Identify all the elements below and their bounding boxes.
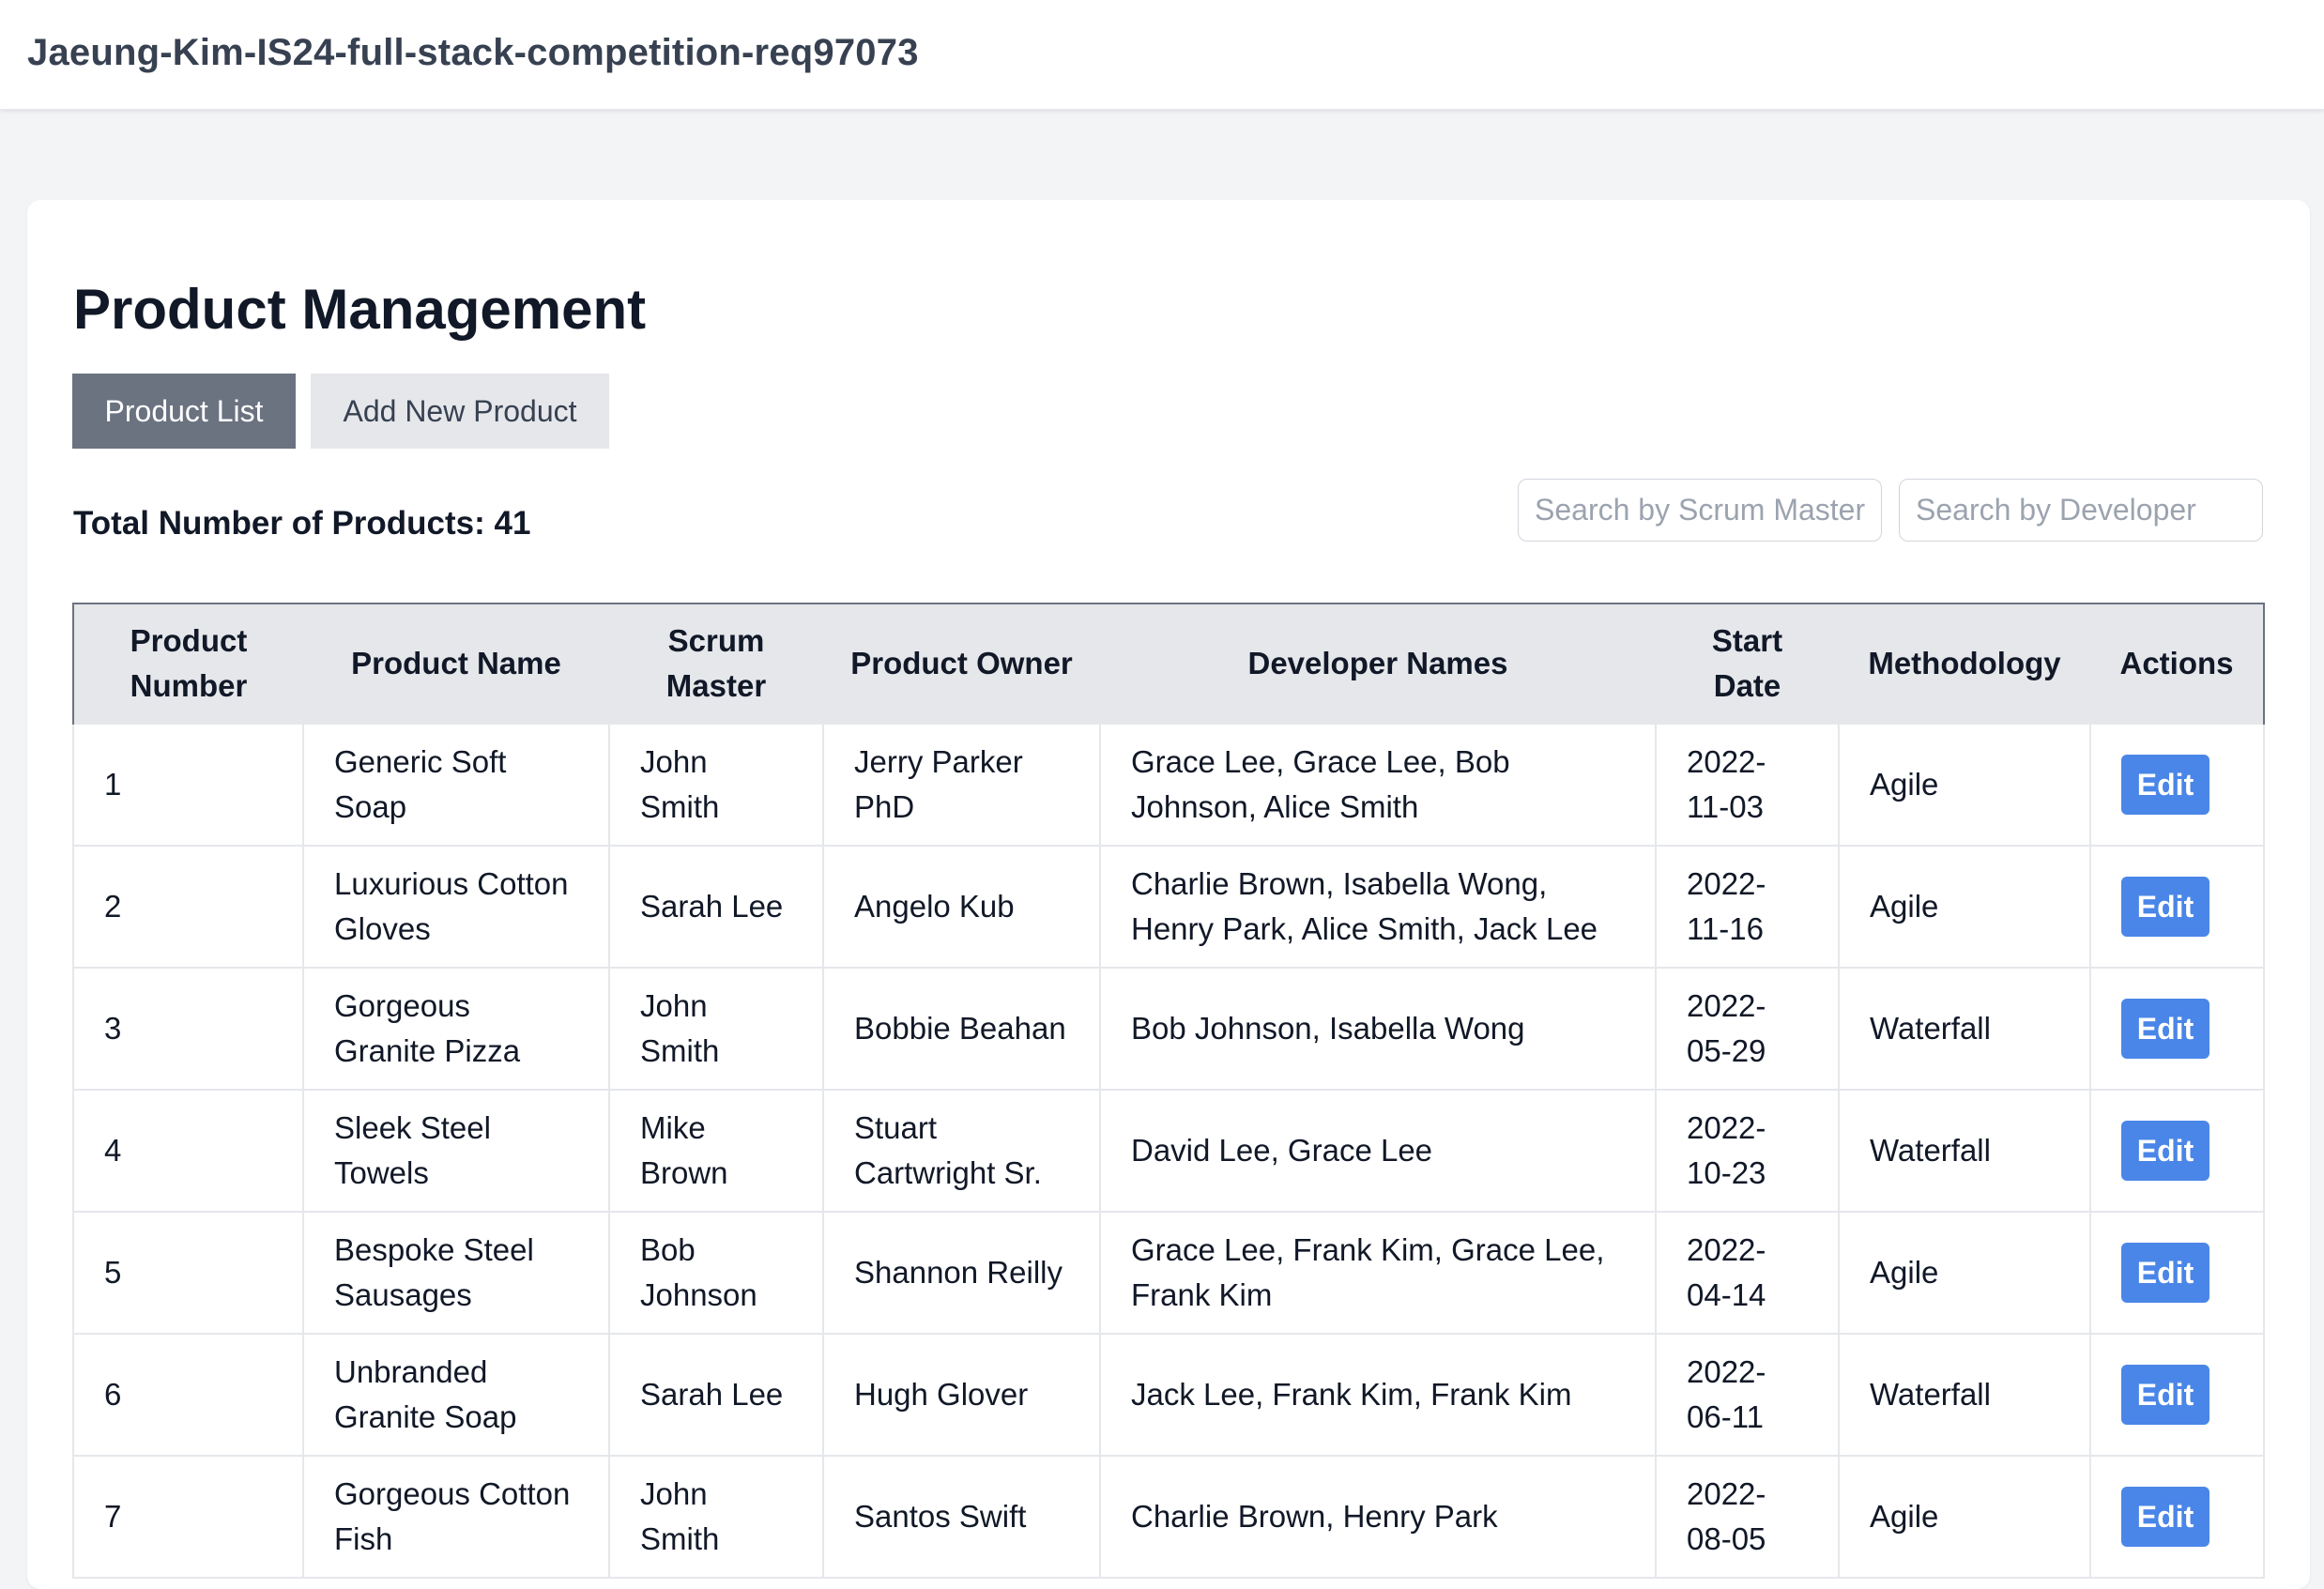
cell-product-name: Sleek Steel Towels [302,1089,610,1213]
cell-product-name: Unbranded Granite Soap [302,1333,610,1457]
table-row: 2 Luxurious Cotton Gloves Sarah Lee Ange… [72,845,2265,969]
cell-scrum-master: John Smith [608,967,824,1091]
cell-scrum-master: John Smith [608,1455,824,1579]
cell-start-date: 2022-10-23 [1655,1089,1840,1213]
cell-product-owner: Santos Swift [822,1455,1101,1579]
column-header[interactable]: Product Owner [823,603,1100,724]
cell-start-date: 2022-06-11 [1655,1333,1840,1457]
column-header[interactable]: Developer Names [1100,603,1656,724]
cell-actions: Edit [2089,1089,2265,1213]
cell-scrum-master: Sarah Lee [608,1333,824,1457]
cell-start-date: 2022-08-05 [1655,1455,1840,1579]
column-header: Actions [2090,603,2265,724]
search-developer-input[interactable] [1899,479,2263,542]
cell-product-number: 2 [72,845,304,969]
cell-product-name: Generic Soft Soap [302,723,610,847]
top-bar: Jaeung-Kim-IS24-full-stack-competition-r… [0,0,2324,110]
cell-developer-names: Charlie Brown, Isabella Wong, Henry Park… [1099,845,1657,969]
cell-scrum-master: Mike Brown [608,1089,824,1213]
edit-button[interactable]: Edit [2121,1365,2209,1425]
table-header-row: Product Number Product Name Scrum Master… [72,603,2265,724]
cell-scrum-master: Bob Johnson [608,1211,824,1335]
cell-scrum-master: Sarah Lee [608,845,824,969]
cell-developer-names: David Lee, Grace Lee [1099,1089,1657,1213]
table-row: 6 Unbranded Granite Soap Sarah Lee Hugh … [72,1333,2265,1457]
cell-developer-names: Charlie Brown, Henry Park [1099,1455,1657,1579]
cell-product-owner: Jerry Parker PhD [822,723,1101,847]
cell-product-number: 6 [72,1333,304,1457]
cell-developer-names: Grace Lee, Frank Kim, Grace Lee, Frank K… [1099,1211,1657,1335]
table-row: 7 Gorgeous Cotton Fish John Smith Santos… [72,1455,2265,1579]
cell-actions: Edit [2089,723,2265,847]
edit-button[interactable]: Edit [2121,999,2209,1059]
cell-developer-names: Bob Johnson, Isabella Wong [1099,967,1657,1091]
cell-start-date: 2022-05-29 [1655,967,1840,1091]
total-products-label: Total Number of Products: 41 [73,505,531,542]
column-header[interactable]: Scrum Master [609,603,823,724]
cell-developer-names: Grace Lee, Grace Lee, Bob Johnson, Alice… [1099,723,1657,847]
cell-methodology: Waterfall [1838,1089,2091,1213]
main-card: Product Management Product List Add New … [27,200,2310,1589]
products-table: Product Number Product Name Scrum Master… [72,603,2265,1579]
cell-actions: Edit [2089,845,2265,969]
cell-product-owner: Bobbie Beahan [822,967,1101,1091]
cell-actions: Edit [2089,1455,2265,1579]
cell-product-owner: Shannon Reilly [822,1211,1101,1335]
table-row: 4 Sleek Steel Towels Mike Brown Stuart C… [72,1089,2265,1213]
edit-button[interactable]: Edit [2121,1121,2209,1181]
table-row: 1 Generic Soft Soap John Smith Jerry Par… [72,723,2265,847]
cell-scrum-master: John Smith [608,723,824,847]
cell-start-date: 2022-11-16 [1655,845,1840,969]
cell-product-number: 7 [72,1455,304,1579]
table-row: 3 Gorgeous Granite Pizza John Smith Bobb… [72,967,2265,1091]
cell-methodology: Agile [1838,845,2091,969]
page-title: Product Management [73,278,647,341]
column-header[interactable]: Start Date [1656,603,1839,724]
cell-developer-names: Jack Lee, Frank Kim, Frank Kim [1099,1333,1657,1457]
tab-product-list[interactable]: Product List [72,374,296,449]
cell-product-owner: Hugh Glover [822,1333,1101,1457]
column-header[interactable]: Product Number [72,603,303,724]
cell-product-number: 3 [72,967,304,1091]
cell-methodology: Agile [1838,1455,2091,1579]
cell-actions: Edit [2089,1211,2265,1335]
edit-button[interactable]: Edit [2121,1243,2209,1303]
cell-product-number: 4 [72,1089,304,1213]
column-header[interactable]: Product Name [303,603,609,724]
cell-start-date: 2022-11-03 [1655,723,1840,847]
edit-button[interactable]: Edit [2121,1487,2209,1547]
table-row: 5 Bespoke Steel Sausages Bob Johnson Sha… [72,1211,2265,1335]
tab-add-new-product[interactable]: Add New Product [311,374,609,449]
cell-methodology: Waterfall [1838,1333,2091,1457]
cell-product-name: Bespoke Steel Sausages [302,1211,610,1335]
cell-product-number: 1 [72,723,304,847]
cell-product-name: Gorgeous Cotton Fish [302,1455,610,1579]
cell-product-owner: Angelo Kub [822,845,1101,969]
cell-product-owner: Stuart Cartwright Sr. [822,1089,1101,1213]
edit-button[interactable]: Edit [2121,877,2209,937]
cell-start-date: 2022-04-14 [1655,1211,1840,1335]
cell-product-name: Gorgeous Granite Pizza [302,967,610,1091]
search-scrum-master-input[interactable] [1518,479,1882,542]
cell-product-name: Luxurious Cotton Gloves [302,845,610,969]
cell-methodology: Agile [1838,1211,2091,1335]
cell-actions: Edit [2089,1333,2265,1457]
edit-button[interactable]: Edit [2121,755,2209,815]
cell-methodology: Agile [1838,723,2091,847]
app-title: Jaeung-Kim-IS24-full-stack-competition-r… [27,32,919,73]
column-header[interactable]: Methodology [1839,603,2090,724]
cell-actions: Edit [2089,967,2265,1091]
cell-methodology: Waterfall [1838,967,2091,1091]
cell-product-number: 5 [72,1211,304,1335]
